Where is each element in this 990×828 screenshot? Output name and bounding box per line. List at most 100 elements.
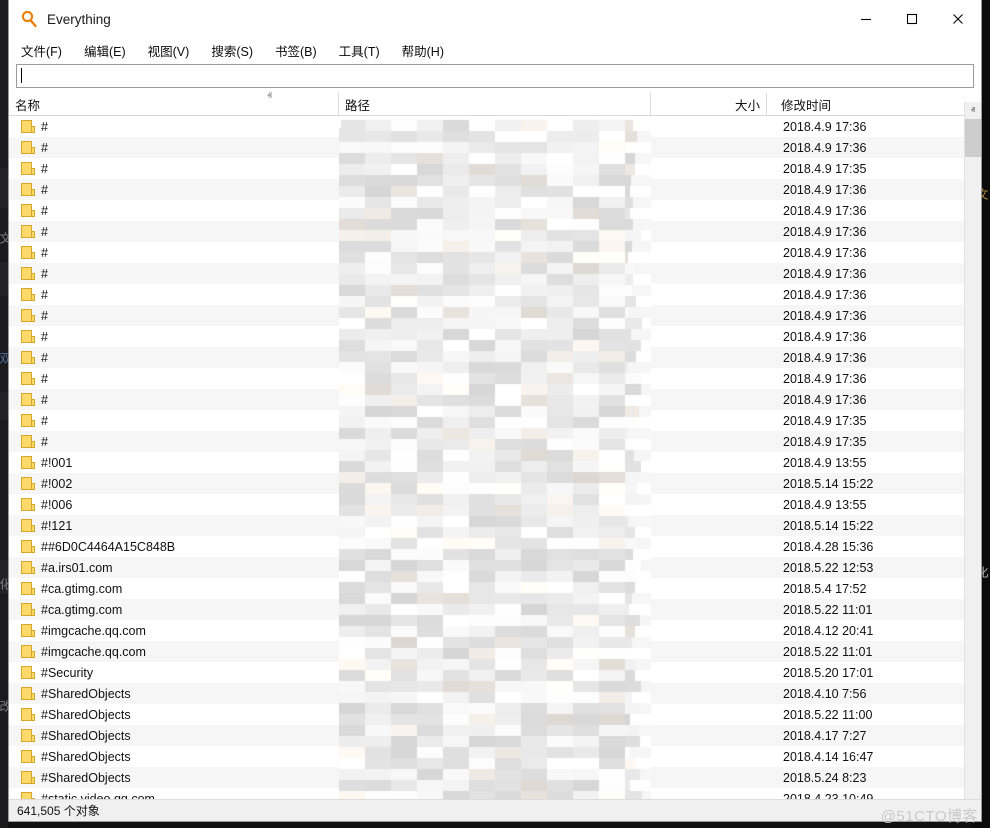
cell-name-label: # [41, 434, 48, 449]
table-row[interactable]: #e...2018.4.9 17:36 [9, 200, 981, 221]
title-bar[interactable]: Everything [9, 0, 981, 39]
results-list[interactable]: #..2018.4.9 17:36#..2018.4.9 17:36#...20… [9, 116, 981, 810]
cell-name-label: ##6D0C4464A15C848B [41, 539, 176, 554]
cell-name-label: #Security [41, 665, 94, 680]
table-row[interactable]: #SharedObjects...2018.5.24 8:23 [9, 767, 981, 788]
table-row[interactable]: #te...2018.4.9 17:36 [9, 347, 981, 368]
table-row[interactable]: #te...2018.4.9 17:36 [9, 242, 981, 263]
table-row[interactable]: #!001t...2018.4.9 13:55 [9, 452, 981, 473]
cell-name-label: #SharedObjects [41, 749, 131, 764]
cell-name: # [9, 288, 339, 302]
column-header-date-modified[interactable]: 修改时间 [767, 93, 966, 115]
cell-name-label: #SharedObjects [41, 707, 131, 722]
table-row[interactable]: #SharedObjects 2018.4.10 7:56 [9, 683, 981, 704]
cell-name: #SharedObjects [9, 729, 339, 743]
sort-ascending-icon: ⱏ [267, 91, 272, 102]
table-row[interactable]: #imgcache.qq.com 2018.4.12 20:41 [9, 620, 981, 641]
cell-name: # [9, 204, 339, 218]
cell-date-modified: 2018.5.22 11:00 [783, 707, 873, 722]
menu-edit[interactable]: 编辑(E) [84, 41, 126, 60]
menu-file[interactable]: 文件(F) [21, 41, 62, 60]
folder-icon [21, 120, 35, 133]
status-bar: 641,505 个对象 [9, 799, 981, 821]
minimize-button[interactable] [843, 0, 889, 38]
table-row[interactable]: #e...2018.4.9 17:36 [9, 368, 981, 389]
search-box[interactable] [16, 64, 974, 88]
table-row[interactable]: #imgcache.qq.com 2018.5.22 11:01 [9, 641, 981, 662]
table-row[interactable]: #SharedObjects 2018.4.14 16:47 [9, 746, 981, 767]
table-row[interactable]: #Security 2018.5.20 17:01 [9, 662, 981, 683]
object-count-label: 641,505 个对象 [17, 804, 100, 818]
cell-date-modified: 2018.4.9 17:35 [783, 413, 867, 428]
maximize-button[interactable] [889, 0, 935, 38]
cell-name: ##6D0C4464A15C848B [9, 540, 339, 554]
menu-help[interactable]: 帮助(H) [402, 41, 444, 60]
column-header-size[interactable]: 大小 [651, 93, 767, 115]
table-row[interactable]: #..2018.4.9 17:36 [9, 137, 981, 158]
table-row[interactable]: #...2018.4.9 17:35 [9, 410, 981, 431]
cell-name: #imgcache.qq.com [9, 624, 339, 638]
folder-icon [21, 519, 35, 532]
cell-name: #ca.gtimg.com [9, 582, 339, 596]
cell-name-label: # [41, 308, 48, 323]
menu-search[interactable]: 搜索(S) [211, 41, 253, 60]
table-row[interactable]: #!002...2018.5.14 15:22 [9, 473, 981, 494]
column-header-path[interactable]: 路径 [339, 93, 651, 115]
table-row[interactable]: #ca.gtimg.com 2018.5.22 11:01 [9, 599, 981, 620]
vertical-scrollbar[interactable]: ⱏ ⱟ [964, 102, 981, 818]
text-caret [21, 68, 22, 83]
folder-icon [21, 393, 35, 406]
table-row[interactable]: #...2018.4.9 17:36 [9, 179, 981, 200]
folder-icon [21, 183, 35, 196]
table-row[interactable]: #SharedObjects 2018.4.17 7:27 [9, 725, 981, 746]
table-row[interactable]: ##6D0C4464A15C848B...2018.4.28 15:36 [9, 536, 981, 557]
table-row[interactable]: #te...2018.4.9 17:36 [9, 305, 981, 326]
cell-name-label: # [41, 329, 48, 344]
cell-name-label: #!006 [41, 497, 73, 512]
cell-name: # [9, 141, 339, 155]
desktop-strip [0, 392, 8, 420]
folder-icon [21, 666, 35, 679]
cell-date-modified: 2018.4.9 17:36 [783, 266, 867, 281]
folder-icon [21, 645, 35, 658]
table-row[interactable]: #te...2018.4.9 17:36 [9, 284, 981, 305]
menu-tools[interactable]: 工具(T) [339, 41, 380, 60]
table-row[interactable]: #..2018.4.9 17:36 [9, 116, 981, 137]
window-controls [843, 0, 981, 38]
scrollbar-thumb[interactable] [965, 119, 981, 157]
cell-name-label: #SharedObjects [41, 686, 131, 701]
column-header-name[interactable]: 名称 [9, 93, 339, 115]
table-row[interactable]: #ca.gtimg.com.2018.5.4 17:52 [9, 578, 981, 599]
table-row[interactable]: #te...2018.4.9 17:36 [9, 326, 981, 347]
close-button[interactable] [935, 0, 981, 38]
folder-icon [21, 687, 35, 700]
table-row[interactable]: #e...2018.4.9 17:36 [9, 221, 981, 242]
table-row[interactable]: #...2018.4.9 17:35 [9, 431, 981, 452]
folder-icon [21, 540, 35, 553]
folder-icon [21, 477, 35, 490]
table-row[interactable]: #!006...2018.4.9 13:55 [9, 494, 981, 515]
table-row[interactable]: #e...2018.4.9 17:36 [9, 389, 981, 410]
menu-bookmarks[interactable]: 书签(B) [275, 41, 317, 60]
cell-date-modified: 2018.4.9 17:36 [783, 329, 867, 344]
search-input[interactable] [20, 68, 970, 84]
cell-date-modified: 2018.4.17 7:27 [783, 728, 867, 743]
cell-name: #a.irs01.com [9, 561, 339, 575]
cell-date-modified: 2018.5.14 15:22 [783, 476, 874, 491]
table-row[interactable]: #...2018.4.9 17:35 [9, 158, 981, 179]
cell-name-label: #SharedObjects [41, 728, 131, 743]
folder-icon [21, 225, 35, 238]
cell-name: # [9, 330, 339, 344]
scroll-up-button[interactable]: ⱏ [965, 102, 981, 119]
table-row[interactable]: #!121...2018.5.14 15:22 [9, 515, 981, 536]
folder-icon [21, 456, 35, 469]
cell-name: # [9, 351, 339, 365]
table-row[interactable]: #a.irs01.com...2018.5.22 12:53 [9, 557, 981, 578]
cell-name: # [9, 309, 339, 323]
cell-name-label: # [41, 266, 48, 281]
table-row[interactable]: #te...2018.4.9 17:36 [9, 263, 981, 284]
menu-view[interactable]: 视图(V) [148, 41, 190, 60]
table-row[interactable]: #SharedObjects 2018.5.22 11:00 [9, 704, 981, 725]
cell-date-modified: 2018.4.9 17:36 [783, 140, 867, 155]
folder-icon [21, 351, 35, 364]
